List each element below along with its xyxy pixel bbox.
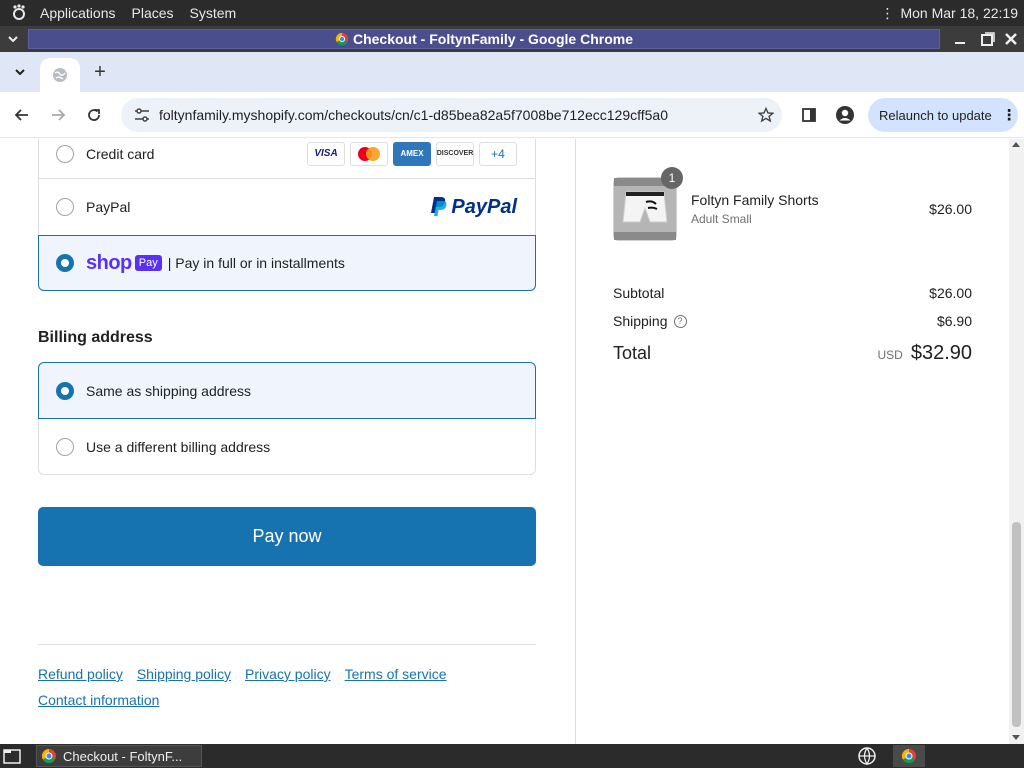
chrome-menu-icon[interactable]: ⋮ [1002,106,1017,124]
tray-chrome-icon[interactable] [893,745,925,767]
window-menu-icon[interactable] [0,26,26,52]
panel-overflow-icon[interactable]: ⋮ [880,5,894,22]
menu-places[interactable]: Places [124,0,182,26]
page-content: Credit card VISA AMEX DISCOVER +4 PayPal… [0,139,1024,744]
same-address-label: Same as shipping address [86,382,251,399]
bottom-taskbar: Checkout - FoltynF... [0,744,1024,768]
scroll-down-arrow-icon[interactable] [1012,735,1020,740]
back-arrow-icon[interactable] [10,103,34,127]
different-address-label: Use a different billing address [86,439,271,455]
terms-of-service-link[interactable]: Terms of service [345,661,447,687]
total-row: Total USD $32.90 [613,342,972,365]
radio-different-address[interactable] [56,438,74,456]
menu-system[interactable]: System [182,0,245,26]
shipping-value: $6.90 [936,313,972,329]
bookmark-star-icon[interactable] [750,107,782,123]
total-currency: USD [877,348,903,362]
total-label: Total [613,343,652,363]
product-price: $26.00 [929,201,972,217]
radio-same-address[interactable] [56,381,74,400]
quantity-badge: 1 [661,167,683,189]
pay-now-button[interactable]: Pay now [38,507,536,566]
shop-pay-label: | Pay in full or in installments [167,255,345,271]
billing-address-title: Billing address [38,329,153,346]
scroll-up-arrow-icon[interactable] [1012,142,1020,147]
help-circle-icon[interactable]: ? [673,314,687,328]
billing-option-same[interactable]: Same as shipping address [38,362,536,419]
profile-avatar-icon[interactable] [833,103,857,127]
product-name: Foltyn Family Shorts [691,192,819,208]
paypal-logo-icon: PayPal [430,196,517,219]
top-panel: Applications Places System ⋮ Mon Mar 18,… [0,0,1024,26]
billing-option-different[interactable]: Use a different billing address [39,419,535,475]
menu-applications[interactable]: Applications [32,0,124,26]
network-globe-icon[interactable] [856,746,878,766]
paypal-label: PayPal [86,199,131,215]
tab-search-chevron-icon[interactable] [8,60,32,84]
subtotal-row: Subtotal $26.00 [613,285,972,301]
window-titlebar: Checkout - FoltynFamily - Google Chrome [0,26,1024,52]
page-scrollbar[interactable] [1009,139,1024,744]
total-value: $32.90 [910,342,972,364]
browser-toolbar: foltynfamily.myshopify.com/checkouts/cn/… [0,92,1024,138]
refund-policy-link[interactable]: Refund policy [38,661,123,687]
mastercard-icon [350,141,388,166]
radio-credit-card[interactable] [56,144,74,163]
footer-divider [38,644,536,645]
product-variant: Adult Small [691,212,752,226]
subtotal-value: $26.00 [929,285,972,301]
radio-shop-pay[interactable] [56,254,74,272]
scrollbar-thumb[interactable] [1012,522,1021,727]
payment-option-paypal[interactable]: PayPal PayPal [39,179,535,235]
card-brand-icons: VISA AMEX DISCOVER +4 [307,141,517,166]
minimize-icon[interactable] [948,26,972,52]
side-panel-icon[interactable] [797,103,821,127]
visa-icon: VISA [307,141,345,166]
window-title: Checkout - FoltynFamily - Google Chrome [352,31,634,47]
url-text[interactable]: foltynfamily.myshopify.com/checkouts/cn/… [159,107,750,123]
shipping-row: Shipping ? $6.90 [613,313,972,329]
contact-information-link[interactable]: Contact information [38,687,159,713]
relaunch-button[interactable]: Relaunch to update ⋮ [868,98,1018,132]
gnome-foot-icon[interactable] [6,0,32,26]
credit-card-label: Credit card [86,145,155,162]
more-cards-badge: +4 [479,141,517,166]
forward-arrow-icon[interactable] [46,103,70,127]
privacy-policy-link[interactable]: Privacy policy [245,661,331,687]
maximize-icon[interactable] [976,26,1000,52]
shipping-policy-link[interactable]: Shipping policy [137,661,231,687]
reload-icon[interactable] [82,103,106,127]
shipping-label: Shipping [613,313,668,329]
globe-icon [53,68,67,82]
show-desktop-icon[interactable] [0,746,24,766]
amex-icon: AMEX [393,141,431,166]
shop-pay-badge: Pay [134,255,162,271]
order-summary: 1 Foltyn Family Shorts Adult Small $26.0… [575,139,1009,744]
window-title-bar[interactable]: Checkout - FoltynFamily - Google Chrome [28,29,940,49]
payment-option-shop-pay[interactable]: shop Pay | Pay in full or in installment… [38,235,536,291]
product-thumbnail: 1 [613,167,683,241]
payment-method-group: Credit card VISA AMEX DISCOVER +4 PayPal… [38,139,536,291]
subtotal-label: Subtotal [613,285,665,301]
radio-paypal[interactable] [56,198,74,216]
taskbar-item-label: Checkout - FoltynF... [63,748,183,764]
payment-option-credit-card[interactable]: Credit card VISA AMEX DISCOVER +4 [39,139,535,179]
chrome-icon [41,748,56,764]
footer-links: Refund policy Shipping policy Privacy poli… [38,661,536,713]
taskbar-item-chrome[interactable]: Checkout - FoltynF... [36,745,202,767]
tab-strip: + [0,52,1024,92]
close-icon[interactable] [999,26,1023,52]
site-info-icon[interactable] [125,108,159,122]
billing-address-group: Same as shipping address Use a different… [38,362,536,475]
address-bar[interactable]: foltynfamily.myshopify.com/checkouts/cn/… [121,98,782,132]
shop-pay-word: shop [86,251,132,274]
chrome-icon [335,32,349,46]
checkout-main: Credit card VISA AMEX DISCOVER +4 PayPal… [0,139,575,744]
discover-icon: DISCOVER [436,141,474,166]
clock[interactable]: Mon Mar 18, 22:19 [900,5,1018,21]
shop-pay-logo: shop Pay [86,252,168,275]
tab-checkout[interactable] [40,58,80,92]
new-tab-plus-icon[interactable]: + [88,60,112,84]
relaunch-label: Relaunch to update [879,107,992,123]
